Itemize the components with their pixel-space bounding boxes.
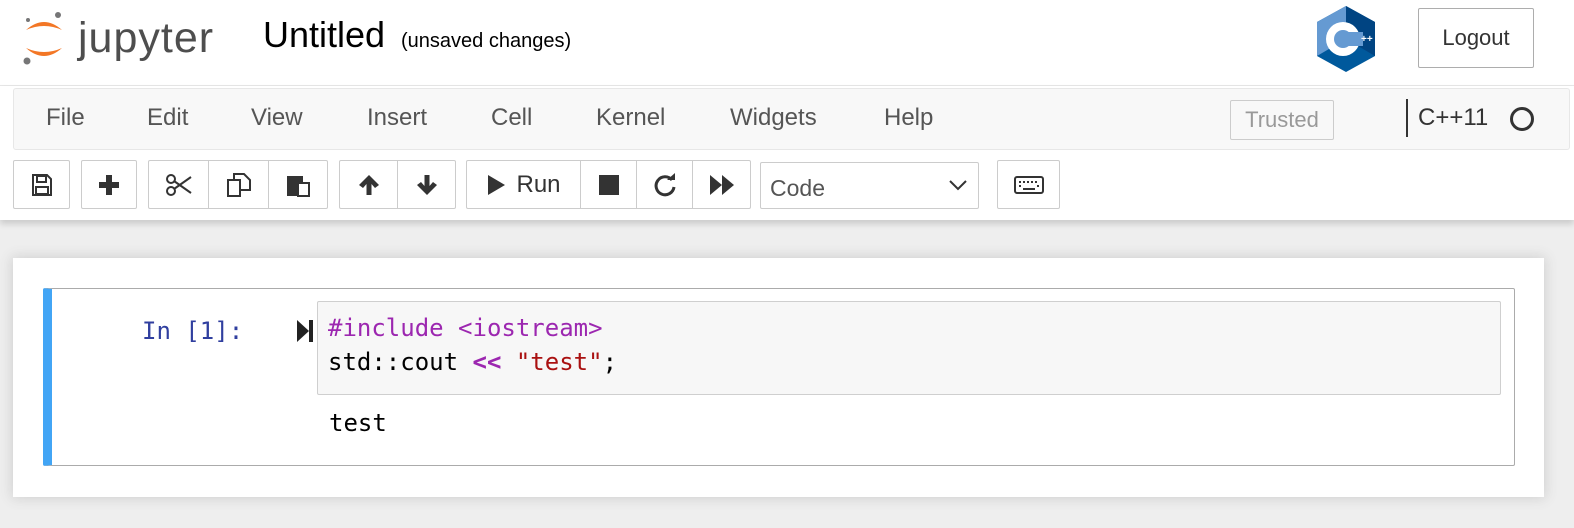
restart-run-all-button[interactable] <box>692 160 751 209</box>
notebook-container: In [1]: #include <iostream> std::cout <<… <box>13 258 1544 497</box>
jupyter-logo-icon <box>23 12 62 65</box>
code-line: std::cout << "test"; <box>328 348 617 376</box>
code-token-operator: << <box>472 348 502 376</box>
save-status: (unsaved changes) <box>401 30 572 52</box>
paste-button[interactable] <box>268 160 328 209</box>
menu-view[interactable]: View <box>251 104 303 132</box>
save-button[interactable] <box>13 160 70 209</box>
arrow-up-icon <box>358 174 379 195</box>
run-label: Run <box>516 170 561 198</box>
cell-output: test <box>329 409 387 437</box>
kernel-idle-circle-icon <box>1510 107 1534 131</box>
code-line: #include <iostream> <box>328 314 603 342</box>
menu-edit[interactable]: Edit <box>147 104 188 132</box>
copy-button[interactable] <box>208 160 269 209</box>
arrow-down-icon <box>416 174 437 195</box>
logo-text: jupyter <box>78 14 215 62</box>
run-button[interactable]: Run <box>466 160 581 209</box>
jupyter-logo[interactable]: jupyter <box>20 8 235 70</box>
code-token-punct: ; <box>602 348 618 376</box>
code-editor[interactable]: #include <iostream> std::cout << "test"; <box>317 301 1501 395</box>
run-cell-marker-icon[interactable] <box>295 318 315 344</box>
play-icon <box>488 174 506 195</box>
code-cell[interactable]: In [1]: #include <iostream> std::cout <<… <box>43 288 1515 466</box>
trusted-indicator[interactable]: Trusted <box>1230 100 1334 140</box>
restart-button[interactable] <box>636 160 693 209</box>
kernel-name: C++11 <box>1418 104 1489 131</box>
menu-kernel[interactable]: Kernel <box>596 104 665 132</box>
copy-icon <box>226 172 251 197</box>
cut-icon <box>165 173 192 196</box>
move-down-button[interactable] <box>397 160 456 209</box>
plus-icon <box>99 174 119 195</box>
menu-cell[interactable]: Cell <box>491 104 532 132</box>
code-token-string: "test" <box>515 348 603 376</box>
code-token-meta: #include <iostream> <box>328 314 603 342</box>
restart-icon <box>654 172 675 196</box>
cell-type-value: Code <box>770 175 825 201</box>
cpp-kernel-logo-icon: ++ <box>1314 4 1378 74</box>
menu-widgets[interactable]: Widgets <box>730 104 817 132</box>
header: jupyter Untitled (unsaved changes) ++ Lo… <box>0 0 1574 86</box>
cut-button[interactable] <box>148 160 209 209</box>
save-icon <box>31 173 52 196</box>
fast-forward-icon <box>709 174 734 195</box>
stop-icon <box>598 174 619 195</box>
move-up-button[interactable] <box>339 160 398 209</box>
logout-button[interactable]: Logout <box>1418 8 1534 68</box>
insert-cell-button[interactable] <box>81 160 137 209</box>
cell-type-select[interactable]: Code <box>760 162 979 209</box>
kernel-separator <box>1406 99 1408 137</box>
paste-icon <box>287 175 310 197</box>
chevron-down-icon <box>949 180 967 191</box>
menubar: File Edit View Insert Cell Kernel Widget… <box>13 88 1570 150</box>
input-prompt: In [1]: <box>142 317 244 345</box>
command-palette-button[interactable] <box>997 160 1060 209</box>
menu-file[interactable]: File <box>46 104 85 132</box>
keyboard-icon <box>1013 175 1044 194</box>
svg-text:++: ++ <box>1361 34 1373 45</box>
menu-help[interactable]: Help <box>884 104 933 132</box>
menu-insert[interactable]: Insert <box>367 104 427 132</box>
code-token-text: std::cout <box>328 348 473 376</box>
notebook-title[interactable]: Untitled <box>263 14 385 56</box>
interrupt-button[interactable] <box>580 160 637 209</box>
